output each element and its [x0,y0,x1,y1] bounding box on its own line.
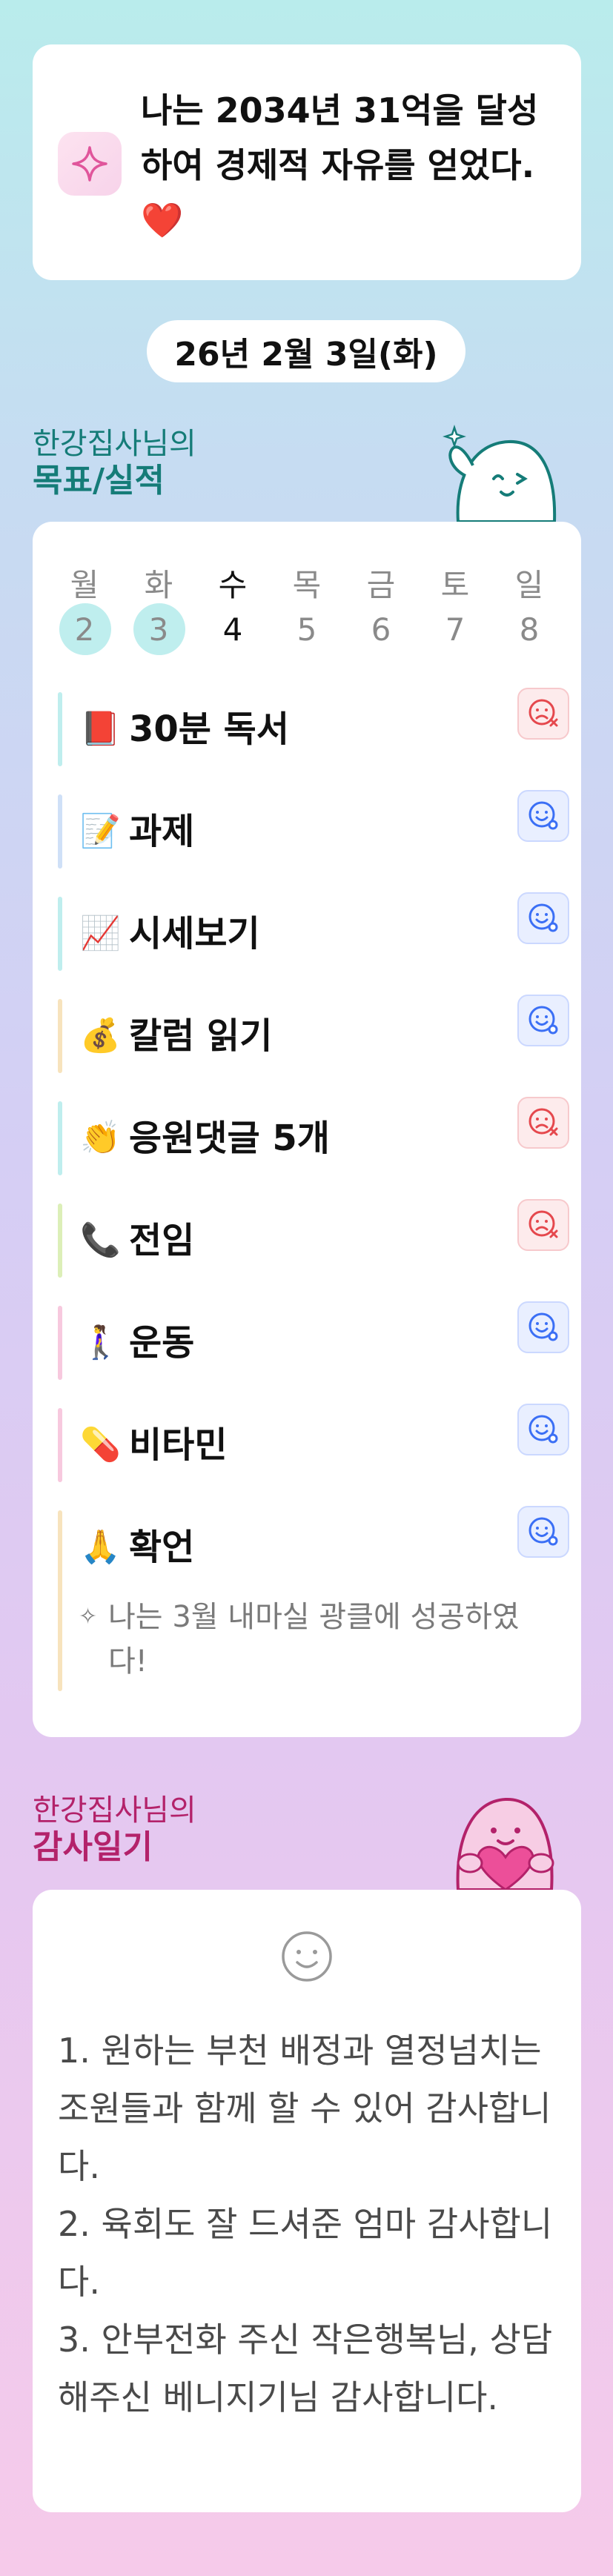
status-done-icon[interactable] [517,892,569,944]
chart-icon: 📈 [80,914,121,952]
money-bag-icon: 💰 [80,1017,121,1055]
smile-icon [279,1928,335,1988]
sparkle-icon [58,132,122,196]
status-fail-icon[interactable] [517,688,569,740]
task-label: 시세보기 [129,913,260,955]
sparkle-icon: ✧ [79,1604,98,1630]
phone-icon: 📞 [80,1221,121,1259]
task-item[interactable]: 📈 시세보기 [58,892,569,971]
day-mon[interactable]: 월 2 [55,563,114,655]
goal-text: 나는 2034년 31억을 달성하여 경제적 자유를 얻었다.❤️ [141,90,539,240]
task-label: 확언 [129,1527,195,1568]
praying-hands-icon: 🙏 [80,1528,121,1566]
task-item[interactable]: 📞 전임 [58,1199,569,1278]
task-label: 과제 [129,811,195,852]
task-item[interactable]: 🙏 확언 ✧ 나는 3월 내마실 광클에 성공하였다! [58,1506,569,1691]
task-label: 비타민 [129,1424,228,1466]
heart-mascot-icon [436,1786,562,1893]
gratitude-card[interactable]: 1. 원하는 부천 배정과 열정넘치는 조원들과 함께 할 수 있어 감사합니다… [33,1890,581,2512]
task-item[interactable]: 📕 30분 독서 [58,688,569,766]
task-label: 칼럼 읽기 [129,1015,273,1057]
task-item[interactable]: 👏 응원댓글 5개 [58,1097,569,1175]
week-strip: 월 2 화 3 수 4 목 5 금 6 토 7 일 8 [55,563,574,655]
status-done-icon[interactable] [517,1301,569,1353]
day-sun[interactable]: 일 8 [500,563,559,652]
date-pill[interactable]: 26년 2월 3일(화) [147,320,465,382]
ghost-mascot-icon [436,424,562,525]
task-item[interactable]: 💰 칼럼 읽기 [58,995,569,1073]
task-label: 30분 독서 [129,708,289,750]
day-wed[interactable]: 수 4 [203,563,262,652]
task-label: 전임 [129,1220,195,1261]
clapping-hands-icon: 👏 [80,1119,121,1157]
status-done-icon[interactable] [517,1506,569,1558]
goals-section-title: 목표/실적 [33,462,165,499]
day-thu[interactable]: 목 5 [277,563,337,652]
goal-card[interactable]: 나는 2034년 31억을 달성하여 경제적 자유를 얻었다.❤️ [33,44,581,280]
walking-icon: 🚶‍♀️ [80,1324,121,1361]
book-icon: 📕 [80,710,121,748]
affirmation-note: ✧ 나는 3월 내마실 광클에 성공하였다! [79,1595,553,1684]
status-fail-icon[interactable] [517,1097,569,1149]
pill-icon: 💊 [80,1426,121,1464]
status-done-icon[interactable] [517,1404,569,1455]
status-done-icon[interactable] [517,790,569,842]
task-item[interactable]: 🚶‍♀️ 운동 [58,1301,569,1380]
status-fail-icon[interactable] [517,1199,569,1251]
memo-icon: 📝 [80,812,121,850]
checklist-card: 월 2 화 3 수 4 목 5 금 6 토 7 일 8 📕 30분 독서 📝 과… [33,522,581,1737]
day-sat[interactable]: 토 7 [425,563,485,652]
task-label: 운동 [129,1322,195,1364]
thanks-section-title: 감사일기 [33,1828,153,1866]
day-tue[interactable]: 화 3 [129,563,188,655]
task-item[interactable]: 📝 과제 [58,790,569,869]
task-label: 응원댓글 5개 [129,1118,330,1159]
status-done-icon[interactable] [517,995,569,1046]
day-fri[interactable]: 금 6 [351,563,411,652]
gratitude-text: 1. 원하는 부천 배정과 열정넘치는 조원들과 함께 할 수 있어 감사합니다… [58,2031,553,2417]
task-item[interactable]: 💊 비타민 [58,1404,569,1482]
